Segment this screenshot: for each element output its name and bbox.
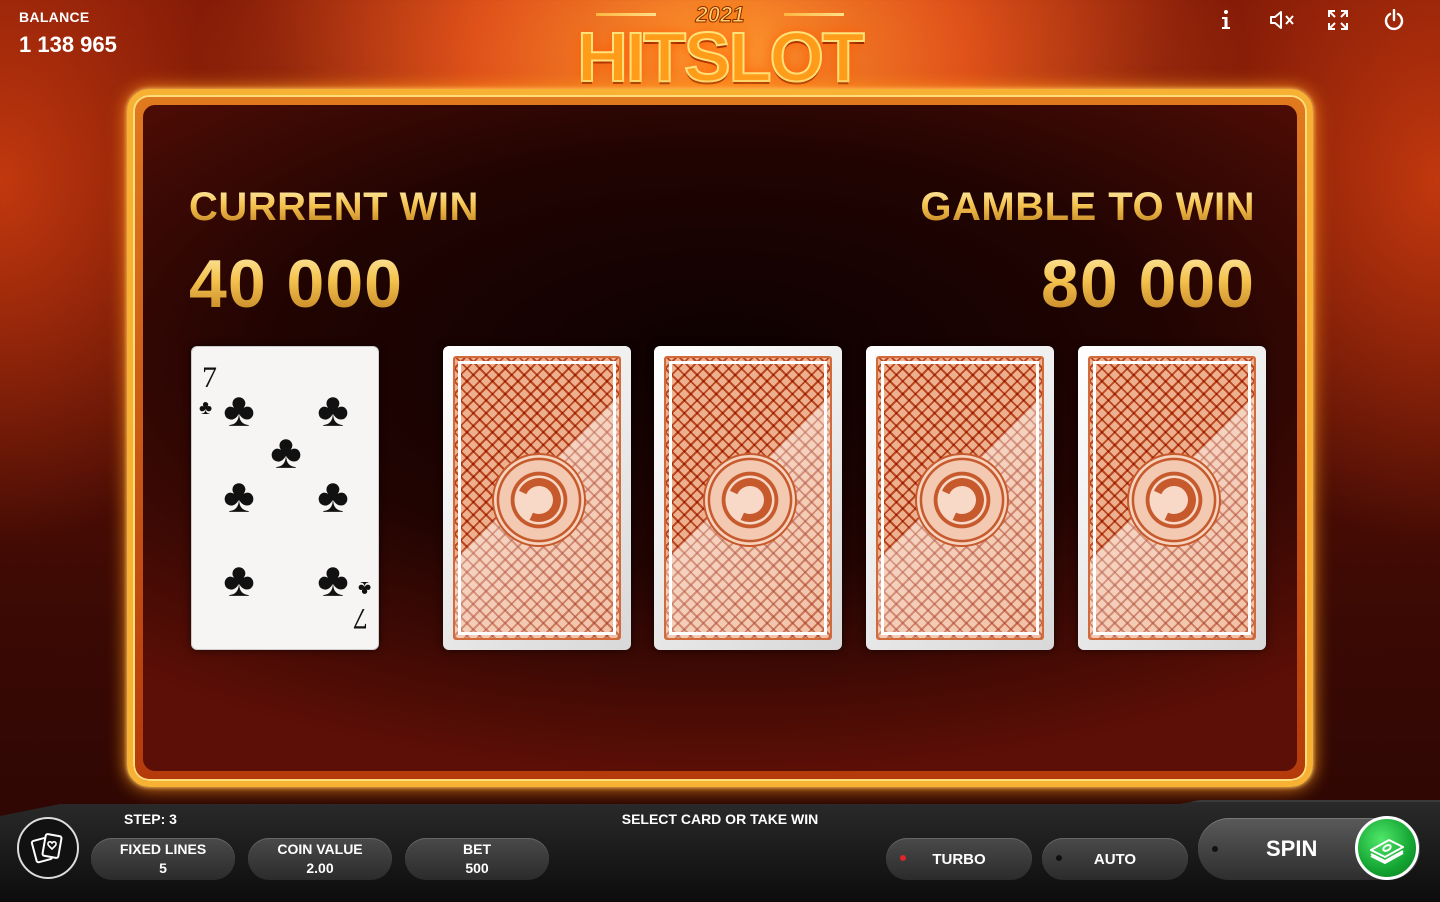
coin-value-selector[interactable]: COIN VALUE 2.00 bbox=[248, 838, 392, 880]
auto-toggle[interactable]: AUTO bbox=[1042, 838, 1188, 880]
fixed-lines-display: FIXED LINES 5 bbox=[91, 838, 235, 880]
turbo-label: TURBO bbox=[932, 850, 986, 868]
bet-selector[interactable]: BET 500 bbox=[405, 838, 549, 880]
club-icon: ♣ bbox=[199, 397, 213, 419]
card-back-logo-icon bbox=[703, 453, 797, 547]
fixed-lines-label: FIXED LINES bbox=[119, 841, 207, 857]
fullscreen-icon[interactable] bbox=[1310, 6, 1366, 34]
card-back-pattern bbox=[876, 356, 1044, 640]
face-down-card-3[interactable] bbox=[866, 346, 1054, 650]
logo-name: HITSLOT bbox=[576, 18, 865, 96]
auto-label: AUTO bbox=[1093, 850, 1137, 868]
club-icon: ♣ bbox=[317, 470, 349, 523]
bet-label: BET bbox=[463, 841, 491, 857]
club-icon: ♣ bbox=[357, 577, 371, 599]
dealer-card: 7 ♣ ♣ ♣ ♣ ♣ ♣ ♣ ♣ ♣ 7 bbox=[191, 346, 379, 650]
gamble-frame: CURRENT WIN 40 000 GAMBLE TO WIN 80 000 … bbox=[127, 89, 1313, 787]
coin-value-value: 2.00 bbox=[306, 860, 334, 876]
card-back-logo-icon bbox=[492, 453, 586, 547]
coin-value-label: COIN VALUE bbox=[277, 841, 363, 857]
fixed-lines-value: 5 bbox=[159, 860, 167, 876]
cards-icon bbox=[30, 833, 63, 864]
club-icon: ♣ bbox=[223, 470, 255, 523]
turbo-indicator bbox=[900, 855, 906, 861]
turbo-toggle[interactable]: TURBO bbox=[886, 838, 1032, 880]
gamble-to-win-value: 80 000 bbox=[1041, 246, 1255, 322]
gamble-table: CURRENT WIN 40 000 GAMBLE TO WIN 80 000 … bbox=[143, 105, 1297, 771]
gamble-button[interactable] bbox=[17, 817, 79, 879]
balance-label: BALANCE bbox=[19, 9, 90, 25]
spin-indicator bbox=[1212, 846, 1218, 852]
club-icon: ♣ bbox=[223, 384, 255, 437]
spin-label: SPIN bbox=[1266, 836, 1318, 861]
auto-indicator bbox=[1056, 855, 1062, 861]
balance-value: 1 138 965 bbox=[19, 32, 117, 57]
balance-display: BALANCE 1 138 965 bbox=[19, 9, 117, 58]
club-icon: ♣ bbox=[270, 426, 302, 479]
collect-win-button[interactable] bbox=[1355, 816, 1419, 880]
power-icon[interactable] bbox=[1366, 6, 1422, 34]
sound-muted-icon[interactable] bbox=[1254, 6, 1310, 34]
club-icon: ♣ bbox=[317, 384, 349, 437]
club-icon: ♣ bbox=[317, 554, 349, 607]
card-rank: 7 bbox=[353, 602, 368, 635]
cash-stack-icon bbox=[1370, 839, 1404, 864]
card-back-pattern bbox=[1088, 356, 1256, 640]
card-back-pattern bbox=[664, 356, 832, 640]
face-down-card-2[interactable] bbox=[654, 346, 842, 650]
card-back-logo-icon bbox=[915, 453, 1009, 547]
current-win-label: CURRENT WIN bbox=[189, 185, 479, 229]
info-icon[interactable] bbox=[1198, 6, 1254, 34]
top-toolbar bbox=[1198, 6, 1422, 34]
game-logo: 2021 HITSLOT bbox=[560, 0, 880, 100]
card-back-pattern bbox=[453, 356, 621, 640]
card-back-logo-icon bbox=[1127, 453, 1221, 547]
club-icon: ♣ bbox=[223, 554, 255, 607]
current-win-value: 40 000 bbox=[189, 246, 403, 322]
bet-value: 500 bbox=[465, 860, 489, 876]
face-down-card-1[interactable] bbox=[443, 346, 631, 650]
face-down-card-4[interactable] bbox=[1078, 346, 1266, 650]
gamble-to-win-label: GAMBLE TO WIN bbox=[920, 185, 1255, 229]
